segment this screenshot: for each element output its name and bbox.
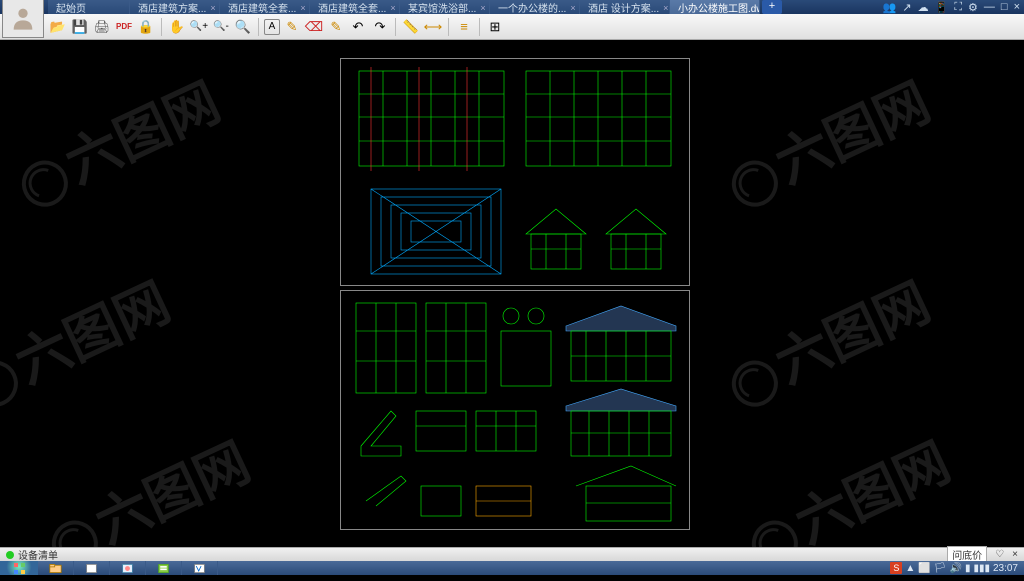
user-avatar[interactable] [2,0,44,38]
separator [479,18,480,36]
tab-office1[interactable]: 一个办公楼的...× [490,0,580,14]
clock[interactable]: 23:07 [993,563,1018,574]
minimize-icon[interactable]: — [984,1,995,13]
print-button[interactable]: 🖨 [92,17,112,37]
status-indicator-icon [6,551,14,559]
network-icon[interactable]: ⬜ [918,563,930,574]
ime-icon[interactable]: S [890,562,902,574]
highlight-button[interactable]: ✎ [326,17,346,37]
separator [258,18,259,36]
status-close-icon[interactable]: × [1012,549,1018,560]
signal-icon[interactable]: ▮▮▮ [973,563,990,574]
pan-button[interactable]: ✋ [167,17,187,37]
cad-drawing [341,59,691,287]
tab-bath[interactable]: 某宾馆洗浴部...× [400,0,490,14]
tray-icon[interactable]: ▲ [905,563,915,574]
zoom-in-button[interactable]: 🔍+ [189,17,209,37]
lock-button[interactable]: 🔒 [136,17,156,37]
phone-icon[interactable]: 📱 [935,1,949,14]
zoom-fit-button[interactable]: 🔍 [233,17,253,37]
separator [448,18,449,36]
close-icon[interactable]: × [300,3,305,13]
battery-icon[interactable]: ▮ [965,563,971,574]
task-app1[interactable] [74,561,110,575]
toolbar: 📂 💾 🖨 PDF 🔒 ✋ 🔍+ 🔍- 🔍 A ✎ ⌫ ✎ ↶ ↷ 📏 ⟷ ≡ … [0,14,1024,40]
close-icon[interactable]: × [663,3,668,13]
system-tray: S ▲ ⬜ 🏳 🔊 ▮ ▮▮▮ 23:07 [890,561,1024,575]
close-icon[interactable]: × [570,3,575,13]
task-explorer[interactable] [38,561,74,575]
tab-start[interactable]: 起始页 [48,0,130,14]
ruler-button[interactable]: 📏 [401,17,421,37]
maximize-icon[interactable]: □ [1001,1,1008,13]
layers-button[interactable]: ≡ [454,17,474,37]
dimension-button[interactable]: ⟷ [423,17,443,37]
cloud-icon[interactable]: ☁ [918,1,929,14]
separator [161,18,162,36]
task-app2[interactable] [110,561,146,575]
task-app3[interactable] [146,561,182,575]
cad-drawing [341,291,691,531]
drawing-sheet-2 [340,290,690,530]
status-text: 设备清单 [18,547,58,562]
tab-hotel-full2[interactable]: 酒店建筑全套...× [310,0,400,14]
drawing-canvas[interactable]: 六图网 六图网 六图网 六图网 六图网 六图网 [0,40,1024,547]
new-tab-button[interactable]: + [762,0,782,14]
tab-hotel-plan[interactable]: 酒店建筑方案...× [130,0,220,14]
tab-hotel-design[interactable]: 酒店 设计方案...× [580,0,670,14]
windows-icon [14,563,25,574]
share-icon[interactable]: ↗ [902,1,911,14]
undo-button[interactable]: ↶ [348,17,368,37]
status-bar: 设备清单 问底价 ♡ × [0,547,1024,561]
pdf-button[interactable]: PDF [114,17,134,37]
properties-button[interactable]: ⊞ [485,17,505,37]
open-button[interactable]: 📂 [48,17,68,37]
tab-bar: 起始页 酒店建筑方案...× 酒店建筑全套...× 酒店建筑全套...× 某宾馆… [48,0,1024,14]
taskbar: S ▲ ⬜ 🏳 🔊 ▮ ▮▮▮ 23:07 [0,561,1024,575]
erase-button[interactable]: ⌫ [304,17,324,37]
separator [395,18,396,36]
task-app4[interactable] [182,561,218,575]
start-button[interactable] [0,561,38,575]
text-button[interactable]: A [264,19,280,35]
close-icon[interactable]: × [480,3,485,13]
save-button[interactable]: 💾 [70,17,90,37]
people-icon[interactable]: 👥 [883,1,897,14]
expand-icon[interactable]: ⛶ [954,1,962,14]
tab-hotel-full1[interactable]: 酒店建筑全套...× [220,0,310,14]
zoom-out-button[interactable]: 🔍- [211,17,231,37]
gear-icon[interactable]: ⚙ [968,1,978,14]
drawing-sheet-1 [340,58,690,286]
sound-icon[interactable]: 🔊 [949,563,961,574]
close-icon[interactable]: × [390,3,395,13]
edit-button[interactable]: ✎ [282,17,302,37]
window-close-icon[interactable]: × [1014,1,1020,13]
flag-icon[interactable]: 🏳 [934,563,947,574]
redo-button[interactable]: ↷ [370,17,390,37]
tab-active-dwg[interactable]: 小办公楼施工图.dwg× [670,0,760,14]
heart-icon[interactable]: ♡ [995,549,1004,560]
close-icon[interactable]: × [210,3,215,13]
